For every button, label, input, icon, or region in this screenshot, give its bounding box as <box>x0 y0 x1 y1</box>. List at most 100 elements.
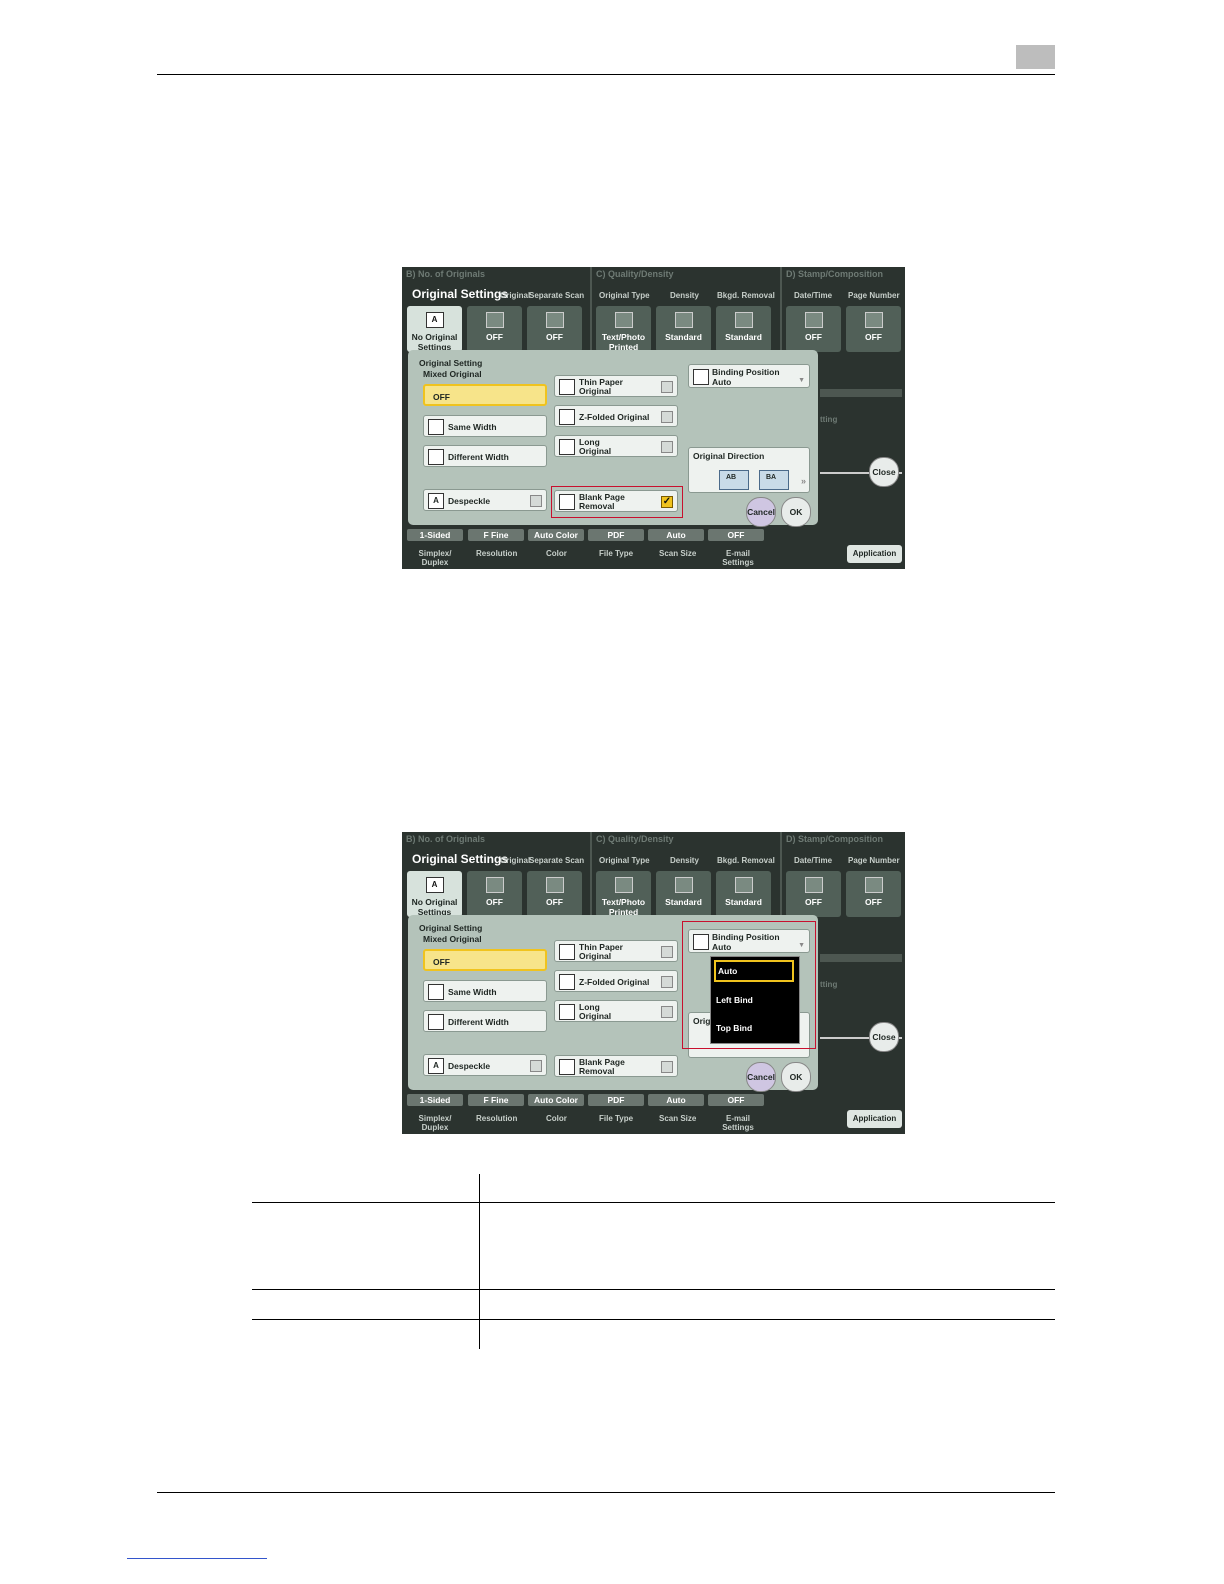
z-folded-icon <box>559 974 575 990</box>
column-label: Bkgd. Removal <box>717 856 775 865</box>
file-type-value[interactable]: PDF <box>588 1094 644 1106</box>
z-folded-checkbox[interactable] <box>661 411 673 423</box>
thin-paper-original-button[interactable]: Thin Paper Original <box>554 375 678 397</box>
highlight-box <box>551 486 683 518</box>
blank-page-removal-button[interactable]: Blank Page Removal <box>554 1055 678 1077</box>
section-c-header: C) Quality/Density <box>596 834 674 844</box>
section-divider <box>590 832 592 920</box>
application-button[interactable]: Application <box>847 1110 902 1128</box>
cancel-button[interactable]: Cancel <box>746 497 776 527</box>
file-type-value[interactable]: PDF <box>588 529 644 541</box>
column-label: Separate Scan <box>529 856 585 865</box>
column-label: Original <box>500 291 531 300</box>
different-width-button[interactable]: Different Width <box>423 445 547 467</box>
z-folded-original-button[interactable]: Z-Folded Original <box>554 405 678 427</box>
scan-size-label: Scan Size <box>659 549 697 558</box>
application-button[interactable]: Application <box>847 545 902 563</box>
date-stamp-icon <box>804 877 823 893</box>
thin-paper-checkbox[interactable] <box>661 946 673 958</box>
column-label: Page Number <box>848 291 900 300</box>
page-number-button[interactable]: OFF <box>846 871 901 917</box>
ok-button[interactable]: OK <box>781 1062 811 1092</box>
file-type-label: File Type <box>599 1114 634 1123</box>
cancel-button[interactable]: Cancel <box>746 1062 776 1092</box>
header-rule <box>157 74 1055 75</box>
simplex-value[interactable]: 1-Sided <box>407 1094 463 1106</box>
book-original-button[interactable]: OFF <box>467 306 522 352</box>
same-width-button[interactable]: Same Width <box>423 980 547 1002</box>
ok-button[interactable]: OK <box>781 497 811 527</box>
close-button[interactable]: Close <box>869 457 899 487</box>
resolution-value[interactable]: F Fine <box>468 1094 524 1106</box>
book-icon <box>485 312 504 328</box>
direction-ab-icon[interactable]: AB <box>719 470 749 490</box>
date-time-button[interactable]: OFF <box>786 871 841 917</box>
screenshot-blank-page-removal: B) No. of Originals C) Quality/Density D… <box>402 267 905 569</box>
z-folded-icon <box>559 409 575 425</box>
thin-paper-checkbox[interactable] <box>661 381 673 393</box>
highlight-box <box>682 921 816 1049</box>
section-c-header: C) Quality/Density <box>596 269 674 279</box>
screen-title: Original Settings <box>412 287 509 301</box>
resolution-value[interactable]: F Fine <box>468 529 524 541</box>
long-original-button[interactable]: Long Original <box>554 1000 678 1022</box>
despeckle-button[interactable]: A Despeckle <box>423 489 547 511</box>
fast-forward-icon[interactable]: » <box>801 476 806 486</box>
simplex-value[interactable]: 1-Sided <box>407 529 463 541</box>
table-row-rule <box>252 1319 1055 1320</box>
table-row-rule <box>252 1289 1055 1290</box>
footer-link-underline[interactable] <box>127 1558 267 1559</box>
color-value[interactable]: Auto Color <box>528 1094 584 1106</box>
page-number-tab <box>1016 45 1055 69</box>
same-width-button[interactable]: Same Width <box>423 415 547 437</box>
background-strip <box>820 389 902 397</box>
despeckle-button[interactable]: A Despeckle <box>423 1054 547 1076</box>
same-width-icon <box>428 419 444 435</box>
scan-size-value[interactable]: Auto <box>648 529 704 541</box>
no-original-settings-button[interactable]: A No Original Settings <box>407 306 462 352</box>
column-label: Original <box>500 856 531 865</box>
despeckle-checkbox[interactable] <box>530 495 542 507</box>
date-stamp-icon <box>804 312 823 328</box>
blank-page-checkbox[interactable] <box>661 1061 673 1073</box>
original-type-button[interactable]: Text/Photo Printed <box>596 306 651 352</box>
email-settings-value[interactable]: OFF <box>708 1094 764 1106</box>
separate-scan-button[interactable]: OFF <box>527 871 582 917</box>
separate-scan-button[interactable]: OFF <box>527 306 582 352</box>
column-label: Density <box>670 291 699 300</box>
page-number-stamp-icon <box>864 312 883 328</box>
dialog-title: Original Setting <box>419 358 483 368</box>
different-width-button[interactable]: Different Width <box>423 1010 547 1032</box>
book-original-button[interactable]: OFF <box>467 871 522 917</box>
thin-paper-original-button[interactable]: Thin Paper Original <box>554 940 678 962</box>
long-original-button[interactable]: Long Original <box>554 435 678 457</box>
simplex-label: Simplex/ Duplex <box>418 1114 452 1132</box>
color-value[interactable]: Auto Color <box>528 529 584 541</box>
background-removal-button[interactable]: Standard <box>716 306 771 352</box>
despeckle-icon: A <box>428 493 444 509</box>
density-button[interactable]: Standard <box>656 871 711 917</box>
close-button[interactable]: Close <box>869 1022 899 1052</box>
mixed-original-off-button[interactable]: OFF <box>423 949 547 971</box>
z-folded-checkbox[interactable] <box>661 976 673 988</box>
email-settings-value[interactable]: OFF <box>708 529 764 541</box>
despeckle-checkbox[interactable] <box>530 1060 542 1072</box>
date-time-button[interactable]: OFF <box>786 306 841 352</box>
column-label: Date/Time <box>794 856 833 865</box>
z-folded-original-button[interactable]: Z-Folded Original <box>554 970 678 992</box>
long-original-checkbox[interactable] <box>661 1006 673 1018</box>
scan-size-value[interactable]: Auto <box>648 1094 704 1106</box>
binding-position-select[interactable]: Binding Position Auto ▼ <box>688 364 810 388</box>
density-button[interactable]: Standard <box>656 306 711 352</box>
direction-ba-icon[interactable]: BA <box>759 470 789 490</box>
column-label: Page Number <box>848 856 900 865</box>
mixed-original-off-button[interactable]: OFF <box>423 384 547 406</box>
column-label: Separate Scan <box>529 291 585 300</box>
density-scale-icon <box>674 312 693 328</box>
background-removal-button[interactable]: Standard <box>716 871 771 917</box>
original-type-button[interactable]: Text/Photo Printed <box>596 871 651 917</box>
original-direction-label: Original Direction <box>693 451 765 461</box>
page-number-button[interactable]: OFF <box>846 306 901 352</box>
long-original-checkbox[interactable] <box>661 441 673 453</box>
no-original-settings-button[interactable]: A No Original Settings <box>407 871 462 917</box>
